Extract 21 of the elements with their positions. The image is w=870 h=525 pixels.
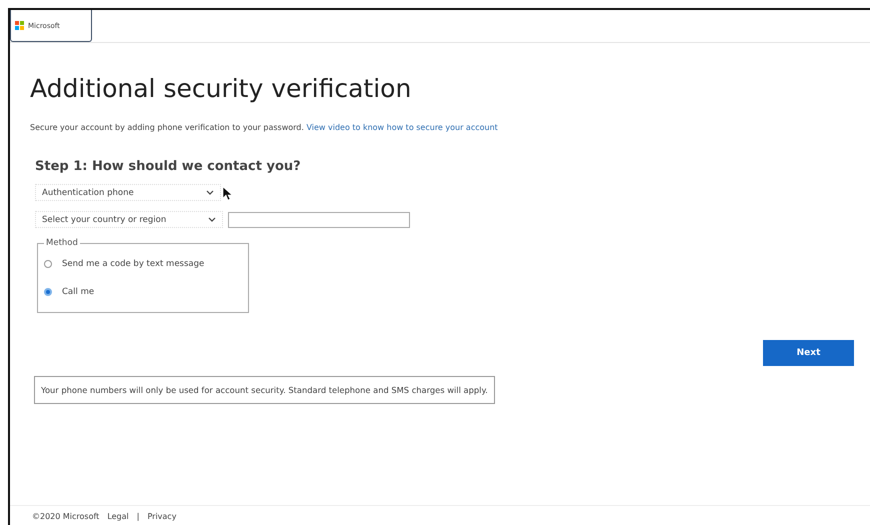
logo-icon bbox=[15, 21, 24, 30]
option-label[interactable]: Send me a code by text message bbox=[62, 259, 204, 269]
country-dropdown[interactable]: Select your country or region bbox=[35, 211, 223, 228]
footer-link[interactable]: Legal bbox=[107, 512, 129, 521]
page-title: Additional security verification bbox=[30, 74, 412, 103]
copyright-text: ©2020 Microsoft bbox=[32, 512, 100, 521]
phone-field[interactable] bbox=[228, 212, 410, 228]
separator-text: | bbox=[136, 512, 140, 521]
radio-button[interactable] bbox=[44, 260, 52, 268]
step-heading: Step 1: How should we contact you? bbox=[35, 159, 302, 174]
radio-button[interactable] bbox=[44, 288, 52, 296]
chevron-icon bbox=[206, 190, 214, 195]
method-legend: Method bbox=[44, 238, 80, 248]
video-link[interactable]: View video to know how to secure your account bbox=[306, 123, 498, 132]
pointer-icon bbox=[223, 187, 232, 200]
footer-link[interactable]: Privacy bbox=[147, 512, 176, 521]
next-button[interactable]: Next bbox=[763, 340, 854, 366]
intro-text: Secure your account by adding phone verification to your password. View video to know how to secure your account bbox=[30, 123, 499, 132]
chevron-icon bbox=[208, 217, 216, 222]
notice-text: Your phone numbers will only be used for account security. Standard telephone and SMS charges will apply. bbox=[34, 376, 495, 404]
option-label[interactable]: Call me bbox=[62, 287, 94, 297]
